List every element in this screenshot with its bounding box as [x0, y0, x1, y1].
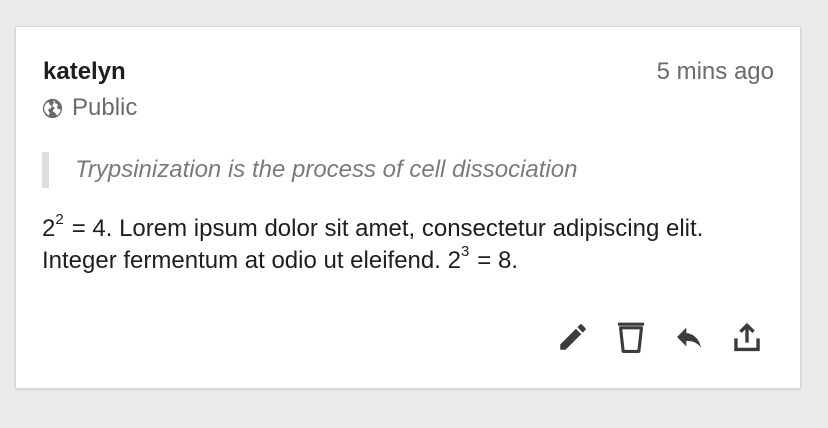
edit-button[interactable]	[555, 319, 591, 355]
math-exponent-2: 3	[460, 243, 470, 260]
content-text-2: = 8.	[477, 247, 518, 274]
post-card: katelyn 5 mins ago Public Trypsinization…	[15, 26, 801, 389]
trash-icon	[617, 322, 645, 353]
math-base-2: 2	[447, 247, 461, 274]
visibility-indicator: Public	[42, 93, 137, 123]
post-actions	[555, 319, 765, 355]
math-base-1: 2	[42, 215, 56, 242]
share-button[interactable]	[729, 319, 765, 355]
post-timestamp: 5 mins ago	[656, 58, 774, 85]
pencil-icon	[560, 324, 586, 350]
author-name[interactable]: katelyn	[43, 58, 126, 86]
visibility-label: Public	[72, 94, 138, 121]
share-icon	[734, 322, 760, 352]
quote-block: Trypsinization is the process of cell di…	[42, 152, 577, 188]
quote-text: Trypsinization is the process of cell di…	[75, 156, 578, 183]
reply-icon	[677, 327, 701, 348]
reply-button[interactable]	[671, 319, 707, 355]
post-content: 22 = 4. Lorem ipsum dolor sit amet, conse…	[42, 211, 782, 277]
globe-icon	[42, 98, 63, 119]
delete-button[interactable]	[613, 319, 649, 355]
content-text-1: = 4. Lorem ipsum dolor sit amet, consect…	[42, 215, 704, 274]
math-exponent-1: 2	[55, 211, 64, 228]
